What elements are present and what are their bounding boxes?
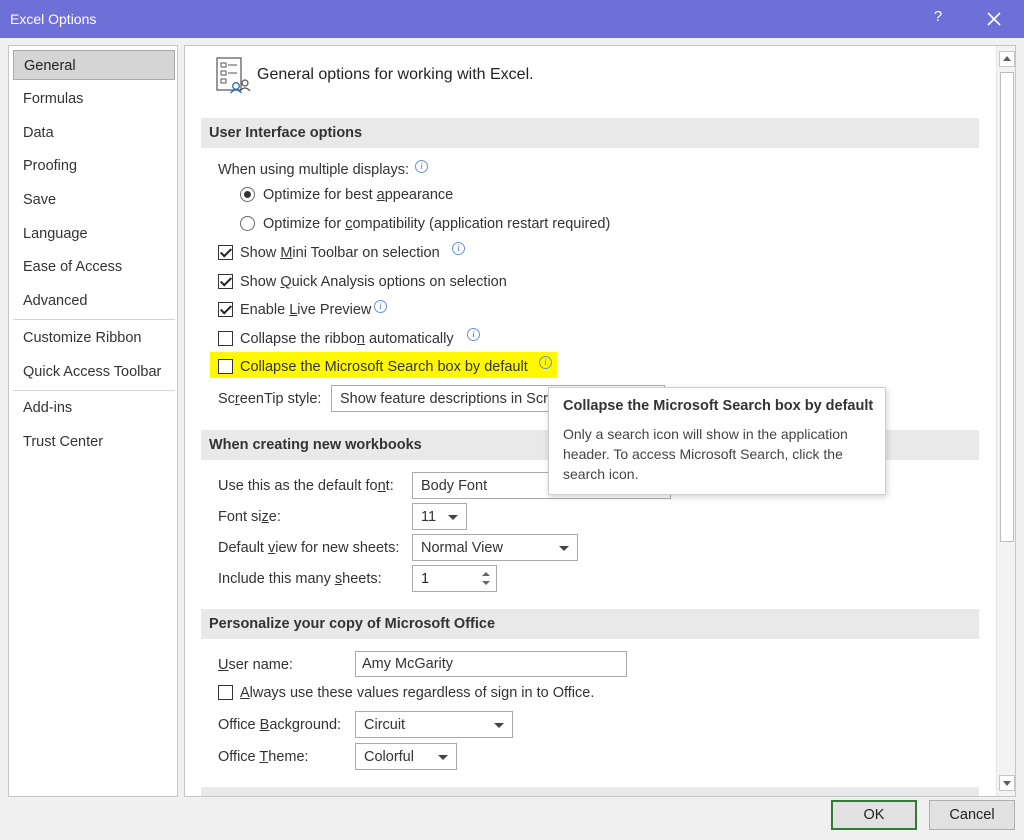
office-theme-label: Office Theme:	[218, 749, 309, 765]
info-icon[interactable]: i	[374, 300, 387, 313]
cancel-button[interactable]: Cancel	[929, 800, 1015, 830]
tooltip-body: Only a search icon will show in the appl…	[563, 426, 848, 482]
chevron-down-icon	[438, 755, 448, 760]
sheet-count-value: 1	[421, 571, 430, 587]
sidebar-divider	[13, 390, 175, 391]
chevron-down-icon	[559, 546, 569, 551]
info-icon[interactable]: i	[452, 242, 465, 255]
checkbox-mini-toolbar[interactable]	[218, 245, 233, 260]
office-theme-dropdown[interactable]: Colorful	[355, 743, 457, 770]
section-header-personalize: Personalize your copy of Microsoft Offic…	[201, 609, 979, 639]
office-background-label: Office Background:	[218, 717, 342, 733]
sidebar-item-trust-center[interactable]: Trust Center	[13, 427, 175, 457]
general-options-icon	[216, 57, 251, 94]
default-view-label: Default view for new sheets:	[218, 540, 400, 556]
info-icon[interactable]: i	[539, 356, 552, 369]
multi-display-label-text: When using multiple displays:	[218, 162, 410, 178]
radio-best-appearance-label[interactable]: Optimize for best appearance	[263, 187, 453, 203]
close-button[interactable]	[980, 5, 1008, 33]
chevron-down-icon	[494, 723, 504, 728]
user-name-label: User name:	[218, 657, 293, 673]
multi-display-label: When using multiple displays:	[218, 162, 409, 178]
sidebar-item-language[interactable]: Language	[13, 219, 175, 249]
search-box-tooltip: Collapse the Microsoft Search box by def…	[548, 387, 886, 495]
font-size-dropdown[interactable]: 11	[412, 503, 467, 530]
checkbox-collapse-ribbon-label[interactable]: Collapse the ribbon automatically	[240, 331, 454, 347]
sidebar-item-proofing[interactable]: Proofing	[13, 151, 175, 181]
radio-compatibility[interactable]	[240, 216, 255, 231]
sidebar-item-advanced[interactable]: Advanced	[13, 286, 175, 316]
sidebar-item-quick-access-toolbar[interactable]: Quick Access Toolbar	[13, 357, 175, 387]
checkbox-mini-toolbar-label[interactable]: Show Mini Toolbar on selection	[240, 245, 440, 261]
checkbox-collapse-search[interactable]	[218, 359, 233, 374]
user-name-input[interactable]: Amy McGarity	[355, 651, 627, 677]
chevron-down-icon	[448, 515, 458, 520]
font-size-label: Font size:	[218, 509, 281, 525]
ok-button[interactable]: OK	[831, 800, 917, 830]
window-title: Excel Options	[10, 11, 97, 27]
radio-best-appearance[interactable]	[240, 187, 255, 202]
checkbox-always-use-values[interactable]	[218, 685, 233, 700]
help-button[interactable]: ?	[928, 8, 948, 30]
info-icon[interactable]: i	[415, 160, 428, 173]
radio-compatibility-label[interactable]: Optimize for compatibility (application …	[263, 216, 610, 232]
checkbox-live-preview-label[interactable]: Enable Live Preview	[240, 302, 371, 318]
content-scrollbar[interactable]	[996, 46, 1015, 796]
sidebar-item-data[interactable]: Data	[13, 118, 175, 148]
checkbox-quick-analysis-label[interactable]: Show Quick Analysis options on selection	[240, 274, 507, 290]
sheet-count-label: Include this many sheets:	[218, 571, 382, 587]
checkbox-always-use-values-label[interactable]: Always use these values regardless of si…	[240, 685, 594, 701]
sidebar-item-customize-ribbon[interactable]: Customize Ribbon	[13, 323, 175, 353]
close-icon	[987, 12, 1001, 26]
info-icon[interactable]: i	[467, 328, 480, 341]
checkbox-collapse-search-label[interactable]: Collapse the Microsoft Search box by def…	[240, 359, 528, 375]
scroll-up-icon	[1003, 56, 1011, 61]
default-font-label: Use this as the default font:	[218, 478, 394, 494]
office-theme-value: Colorful	[364, 749, 414, 765]
page-title: General options for working with Excel.	[257, 66, 534, 83]
scroll-down-button[interactable]	[999, 775, 1015, 791]
scroll-thumb[interactable]	[1000, 72, 1014, 542]
default-font-value: Body Font	[421, 478, 488, 494]
sidebar-item-add-ins[interactable]: Add-ins	[13, 393, 175, 423]
default-view-dropdown[interactable]: Normal View	[412, 534, 578, 561]
title-bar: Excel Options ?	[0, 0, 1024, 38]
sidebar-item-ease-of-access[interactable]: Ease of Access	[13, 252, 175, 282]
sidebar-item-formulas[interactable]: Formulas	[13, 84, 175, 114]
sidebar-item-save[interactable]: Save	[13, 185, 175, 215]
sidebar-item-general[interactable]: General	[13, 50, 175, 80]
spin-up-icon[interactable]	[482, 572, 490, 576]
scroll-down-icon	[1003, 781, 1011, 786]
office-background-value: Circuit	[364, 717, 406, 733]
screentip-label: ScreenTip style:	[218, 391, 322, 407]
checkbox-quick-analysis[interactable]	[218, 274, 233, 289]
checkbox-live-preview[interactable]	[218, 302, 233, 317]
sheet-count-spinner[interactable]: 1	[412, 565, 497, 592]
section-header-ui-options: User Interface options	[201, 118, 979, 148]
office-background-dropdown[interactable]: Circuit	[355, 711, 513, 738]
section-header-partial	[201, 787, 979, 796]
scroll-up-button[interactable]	[999, 51, 1015, 67]
spin-down-icon[interactable]	[482, 581, 490, 585]
options-sidebar: General Formulas Data Proofing Save Lang…	[8, 45, 178, 797]
default-view-value: Normal View	[421, 540, 503, 556]
font-size-value: 11	[421, 509, 437, 525]
checkbox-collapse-ribbon[interactable]	[218, 331, 233, 346]
sidebar-divider	[13, 319, 175, 320]
tooltip-title: Collapse the Microsoft Search box by def…	[563, 398, 874, 414]
